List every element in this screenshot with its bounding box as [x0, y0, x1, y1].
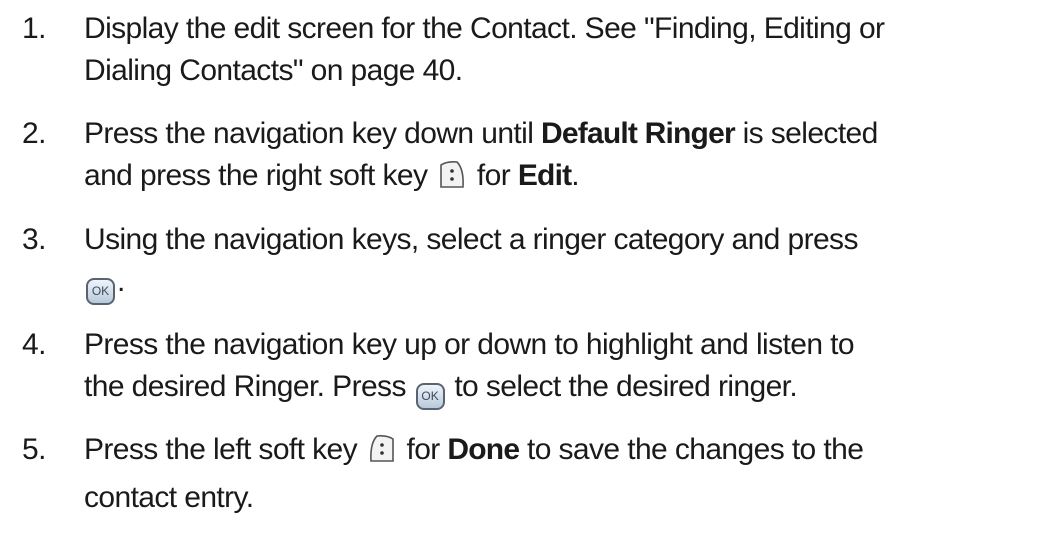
punctuation: . [571, 159, 580, 192]
step-text: the desired Ringer. Press [84, 370, 414, 403]
punctuation: . [117, 265, 125, 298]
step-text: to select the desired ringer. [446, 370, 798, 403]
step-number: 5. [22, 433, 46, 466]
right-soft-key-icon [437, 159, 467, 203]
step-number: 3. [22, 223, 46, 256]
step-text-line: contact entry. [84, 481, 254, 514]
ok-key-icon: OK [86, 278, 115, 305]
step-text: Press the left soft key [84, 433, 365, 466]
ok-key-icon: OK [415, 383, 445, 410]
step-number: 1. [22, 12, 46, 45]
step-text: for [398, 433, 448, 466]
step-number: 4. [22, 328, 46, 361]
softkey-label-edit: Edit [517, 159, 572, 192]
step-number: 2. [22, 117, 46, 150]
step-text: is selected [734, 117, 879, 150]
manual-page: 1. Display the edit screen for the Conta… [0, 0, 1038, 558]
step-text-line: Dialing Contacts" on page 40. [84, 54, 463, 87]
step-text: to save the changes to the [519, 433, 864, 466]
step-text-line: Press the navigation key up or down to h… [84, 328, 855, 361]
step-text: and press the right soft key [84, 159, 436, 192]
softkey-label-done: Done [447, 433, 520, 466]
step-text: for [469, 159, 518, 192]
step-text-line: Using the navigation keys, select a ring… [84, 223, 858, 256]
menu-item-default-ringer: Default Ringer [541, 117, 736, 150]
step-text: Press the navigation key down until [84, 117, 542, 150]
step-text-line: Display the edit screen for the Contact.… [84, 12, 885, 45]
left-soft-key-icon [367, 433, 397, 477]
